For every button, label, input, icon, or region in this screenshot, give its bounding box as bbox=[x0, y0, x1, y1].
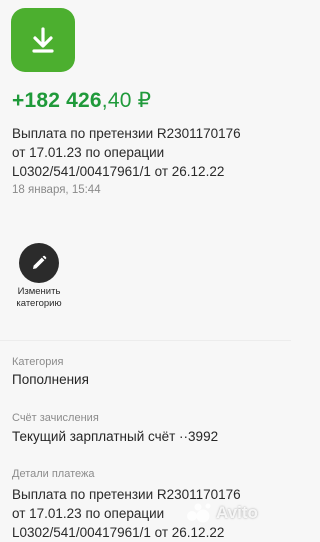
transaction-description: Выплата по претензии R2301170176 от 17.0… bbox=[12, 124, 282, 181]
account-label: Счёт зачисления bbox=[12, 412, 99, 424]
divider bbox=[0, 340, 291, 341]
avito-logo-icon bbox=[187, 503, 211, 523]
description-line: L0302/541/00417961/1 от 26.12.22 bbox=[12, 164, 225, 179]
avito-watermark: Avito bbox=[186, 502, 258, 524]
transaction-datetime: 18 января, 15:44 bbox=[12, 184, 101, 196]
details-label: Детали платежа bbox=[12, 468, 95, 480]
category-label: Категория bbox=[12, 356, 64, 368]
pencil-icon[interactable] bbox=[19, 243, 59, 283]
edit-category-label-line: категорию bbox=[16, 298, 62, 309]
edit-category-button[interactable]: Изменить категорию bbox=[8, 243, 70, 310]
download-icon bbox=[11, 8, 75, 72]
details-line: L0302/541/00417961/1 от 26.12.22 bbox=[12, 525, 225, 540]
account-value[interactable]: Текущий зарплатный счёт ··3992 bbox=[12, 429, 218, 444]
description-line: от 17.01.23 по операции bbox=[12, 145, 165, 160]
amount-fraction: ,40 ₽ bbox=[101, 89, 152, 112]
amount-main: +182 426 bbox=[12, 89, 102, 112]
edit-category-label: Изменить категорию bbox=[16, 286, 61, 310]
watermark-text: Avito bbox=[216, 503, 258, 522]
edit-category-label-line: Изменить bbox=[17, 286, 61, 297]
category-value[interactable]: Пополнения bbox=[12, 372, 89, 387]
transaction-amount: +182 426,40 ₽ bbox=[12, 88, 151, 113]
description-line: Выплата по претензии R2301170176 bbox=[12, 126, 241, 141]
